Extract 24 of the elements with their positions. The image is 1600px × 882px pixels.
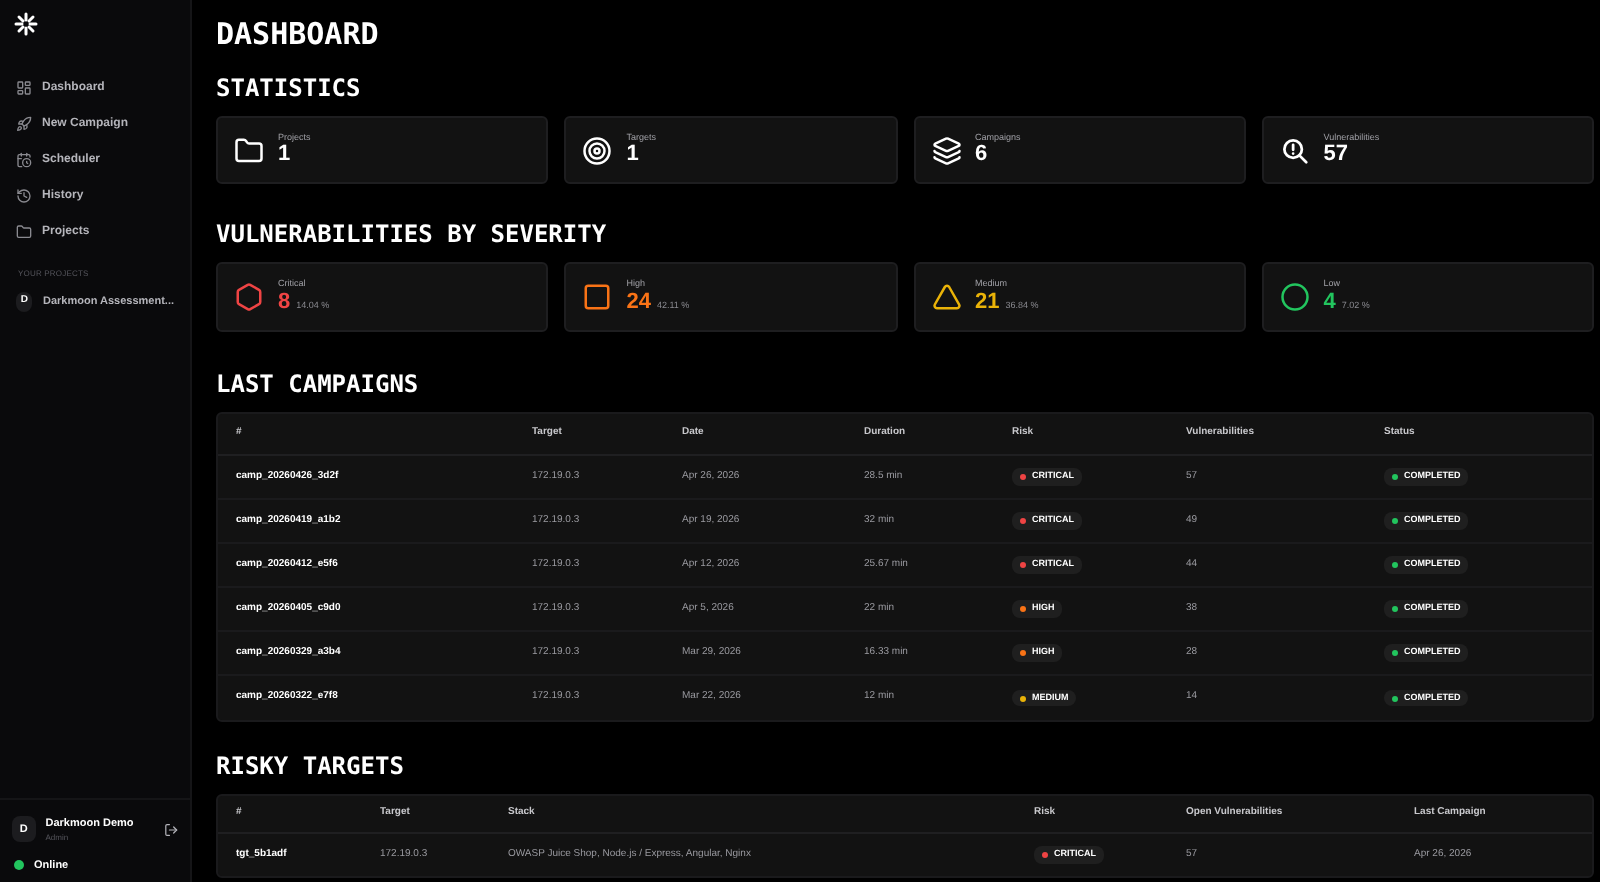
stat-value: 1 bbox=[278, 144, 293, 167]
target-icon bbox=[582, 135, 613, 165]
severity-count: 21 bbox=[975, 291, 1000, 314]
history-icon bbox=[16, 188, 32, 204]
folder-icon bbox=[234, 135, 264, 165]
search-alert-icon bbox=[1279, 135, 1310, 165]
section-heading: RISKY TARGETS bbox=[216, 754, 406, 778]
dashboard-icon bbox=[16, 80, 32, 96]
severity-count: 8 bbox=[278, 291, 291, 314]
page-title: DASHBOARD bbox=[216, 20, 381, 50]
layers-icon bbox=[931, 135, 961, 165]
stat-value: 1 bbox=[626, 144, 641, 167]
stat-value: 6 bbox=[975, 144, 990, 167]
stat-value: 57 bbox=[1323, 144, 1350, 167]
rocket-icon bbox=[16, 116, 32, 132]
folder-icon bbox=[16, 224, 32, 240]
section-heading: LAST CAMPAIGNS bbox=[216, 372, 421, 396]
calendar-icon bbox=[16, 152, 32, 168]
severity-count: 4 bbox=[1323, 291, 1336, 314]
section-heading: STATISTICS bbox=[216, 76, 363, 100]
logout-icon[interactable] bbox=[163, 821, 178, 838]
logo-icon bbox=[14, 12, 38, 36]
severity-count: 24 bbox=[626, 291, 651, 314]
section-heading: VULNERABILITIES BY SEVERITY bbox=[216, 222, 609, 246]
